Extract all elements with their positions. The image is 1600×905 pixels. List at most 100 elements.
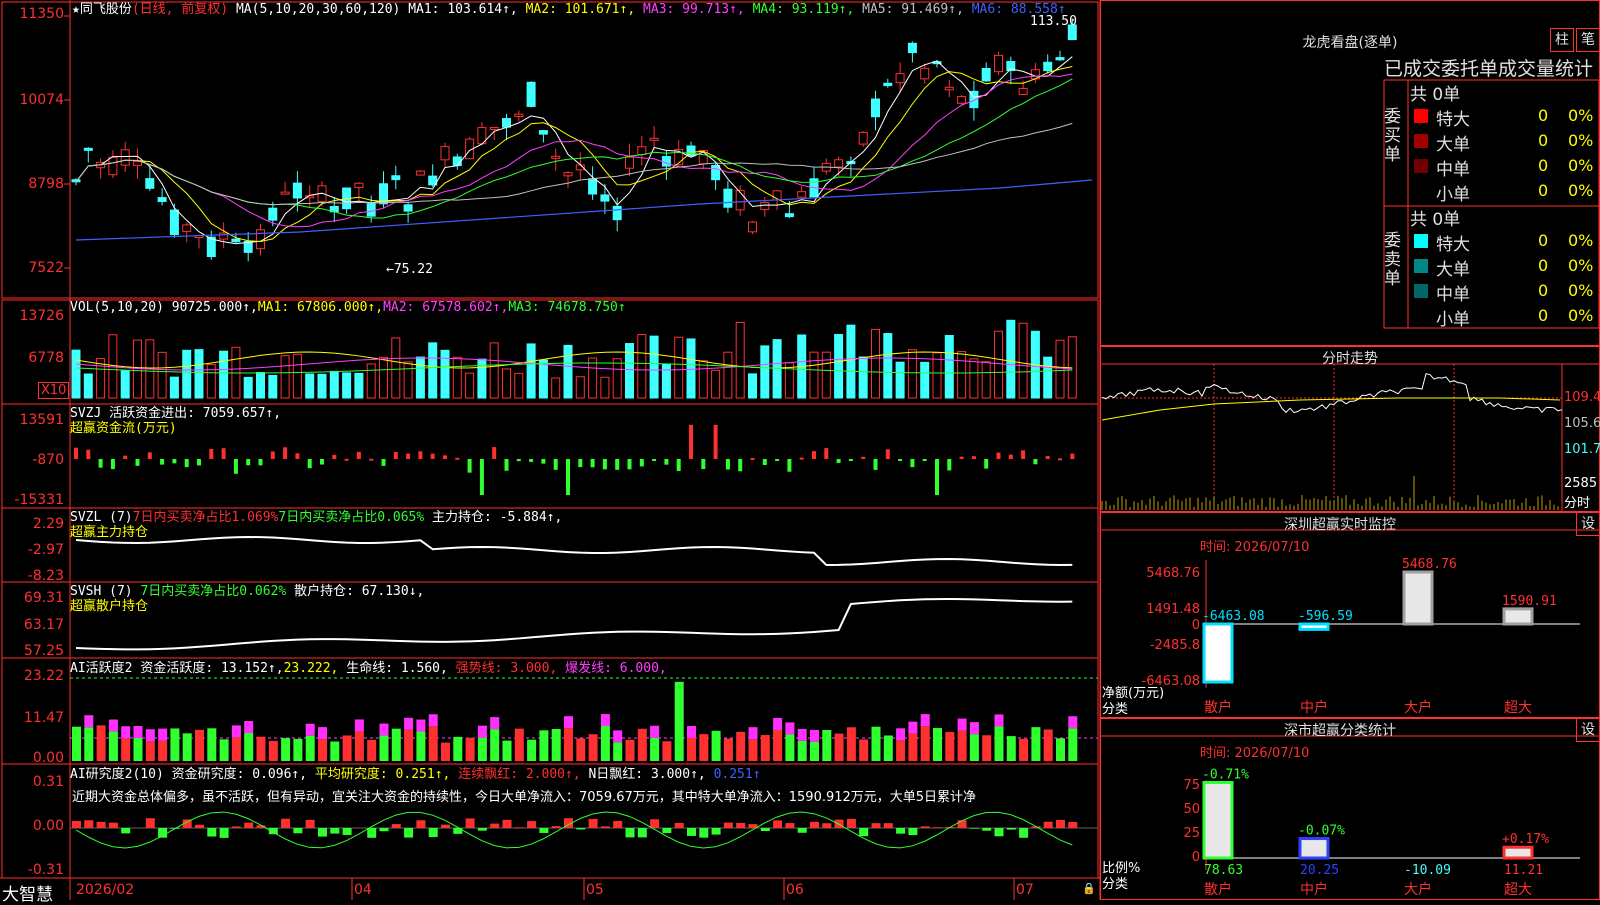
right-panel-frame — [1101, 347, 1600, 512]
candle-body — [539, 131, 547, 135]
sm-stats-title: 深市超赢分类统计 — [1100, 720, 1580, 740]
activity-bar — [908, 734, 917, 761]
volume-bar — [257, 373, 265, 398]
ai1-axis-3: 0.00 — [0, 750, 64, 766]
main-chart-canvas[interactable]: -6463.08散户-596.59中户5468.76大户1590.91超大-0.… — [0, 0, 1600, 900]
fund-flow-bar — [664, 459, 668, 465]
candle-body — [404, 205, 412, 211]
activity-bar-top — [244, 721, 253, 733]
volume-bar — [761, 346, 769, 398]
volume-bar — [281, 356, 289, 398]
candle-body — [158, 198, 166, 202]
candle-body — [712, 166, 720, 180]
svsh-axis-1: 69.31 — [0, 590, 64, 606]
volume-bar — [650, 336, 658, 398]
research-bar — [293, 828, 302, 833]
fund-flow-bar — [554, 459, 558, 470]
fund-flow-bar — [578, 459, 582, 467]
volume-bar — [170, 377, 178, 398]
activity-bar-top — [478, 726, 487, 738]
volume-bar — [576, 377, 584, 398]
axis-tick: 0 — [1130, 618, 1200, 633]
research-bar — [995, 828, 1004, 836]
period-label[interactable]: (日线, 前复权) — [132, 2, 228, 17]
volume-bar — [847, 325, 855, 398]
fund-flow-bar — [714, 425, 718, 459]
buy-count: 0 — [1538, 156, 1548, 175]
candle-body — [281, 192, 289, 194]
research-bar — [416, 820, 425, 828]
volume-bar — [810, 352, 818, 398]
sell-name: 特大 — [1436, 230, 1470, 255]
activity-bar — [318, 739, 327, 761]
activity-bar — [97, 725, 106, 761]
fund-flow-bar — [751, 458, 755, 460]
candle-body — [293, 183, 301, 198]
vol-ma2: MA2: 67578.602↑, — [383, 300, 508, 315]
volume-bar — [416, 357, 424, 398]
volume-bar — [859, 357, 867, 398]
favorite-star-icon[interactable]: ★ — [72, 2, 80, 17]
volume-bar — [453, 357, 461, 398]
sz-category-label: 超大 — [1504, 700, 1532, 716]
research-bar — [318, 828, 327, 837]
tick-mode-button[interactable]: 笔 — [1576, 28, 1600, 52]
candle-body — [170, 210, 178, 234]
activity-bar — [121, 738, 130, 761]
research-bar — [662, 828, 671, 833]
research-bar — [859, 828, 868, 836]
activity-bar — [72, 727, 81, 761]
fund-flow-bar — [874, 459, 878, 470]
svzl-axis-2: -2.97 — [0, 542, 64, 558]
sz-bar — [1504, 609, 1532, 624]
fund-flow-bar — [787, 459, 791, 472]
sm-value-label: -10.09 — [1404, 863, 1451, 878]
activity-bar-top — [798, 729, 807, 741]
research-bar — [872, 823, 881, 828]
volume-bar — [872, 329, 880, 398]
ai2-consecutive-red: 连续飘红: 2.000↑, — [458, 767, 580, 782]
sz-bar — [1204, 624, 1232, 682]
volume-bar — [613, 359, 621, 398]
volume-bar — [392, 338, 400, 398]
candle-body — [982, 68, 990, 80]
research-bar — [810, 822, 819, 828]
sz-category-label: 中户 — [1300, 699, 1328, 716]
research-bar — [195, 825, 204, 828]
sz-settings-button[interactable]: 设 — [1576, 512, 1600, 536]
research-bar — [207, 828, 216, 837]
lhb-title: 龙虎看盘(逐单) — [1100, 32, 1600, 52]
fund-flow-bar — [259, 459, 263, 465]
fund-flow-bar — [123, 456, 127, 459]
lock-icon[interactable]: 🔒 — [1082, 882, 1096, 895]
vol-axis-1: 13726 — [0, 308, 64, 324]
research-bar — [244, 823, 253, 828]
candle-body — [859, 132, 867, 144]
sell-count: 0 — [1538, 256, 1548, 275]
volume-bar — [699, 361, 707, 398]
vol-unit-button[interactable]: X10 — [38, 382, 69, 399]
activity-bar — [195, 730, 204, 761]
activity-bar — [478, 738, 487, 761]
vol-title: VOL(5,10,20) — [70, 300, 164, 315]
fund-flow-bar — [997, 453, 1001, 459]
activity-bar — [589, 734, 598, 761]
sm-value-label: 78.63 — [1204, 863, 1243, 878]
svzl-title: SVZL (7) — [70, 510, 133, 525]
volume-bar — [785, 363, 793, 398]
buy-name: 小单 — [1436, 180, 1470, 205]
volume-bar — [380, 357, 388, 398]
activity-bar-top — [355, 719, 364, 731]
bar-mode-button[interactable]: 柱 — [1550, 28, 1574, 52]
fund-flow-bar — [505, 459, 509, 471]
volume-bar — [490, 343, 498, 398]
fund-flow-bar — [972, 456, 976, 459]
ma-value-1: MA1: 103.614↑, — [408, 2, 518, 17]
stock-name[interactable]: 同飞股份 — [80, 2, 132, 17]
x-axis-label-4: 06 — [786, 882, 804, 898]
fund-flow-bar — [849, 459, 853, 461]
fund-flow-bar — [775, 459, 779, 461]
research-bar — [392, 824, 401, 828]
research-bar — [958, 820, 967, 828]
sm-settings-button[interactable]: 设 — [1576, 718, 1600, 742]
